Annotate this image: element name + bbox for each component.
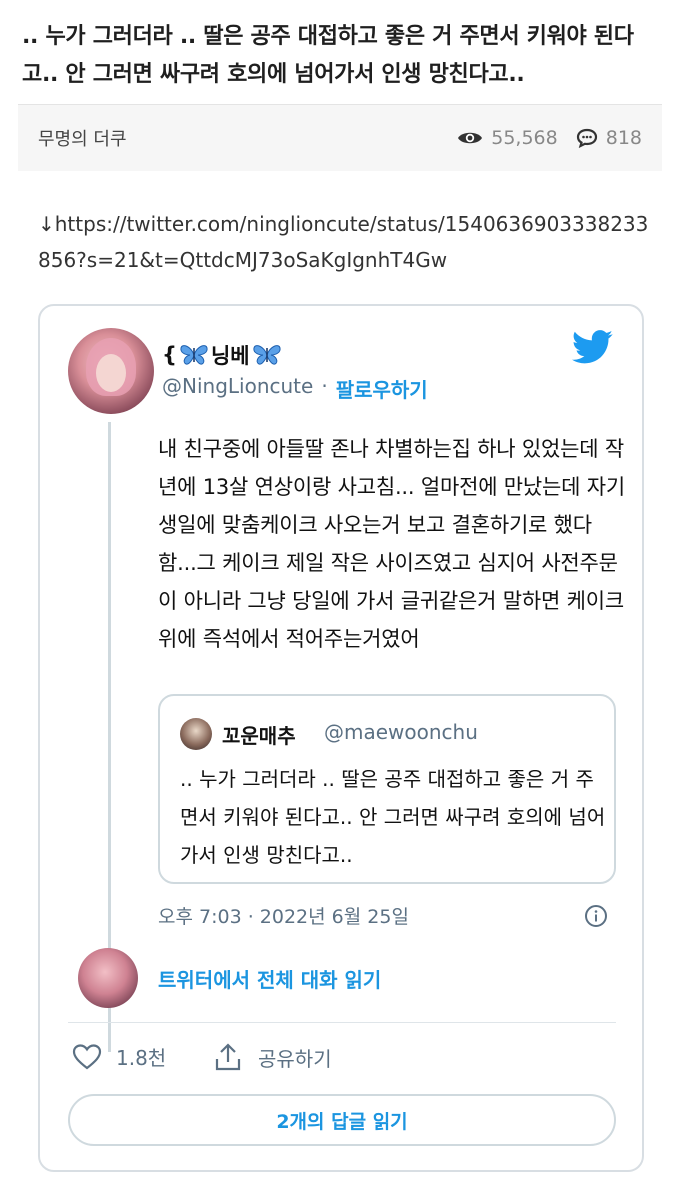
- name-core: 닝베: [210, 344, 250, 368]
- share-button[interactable]: 공유하기: [214, 1042, 332, 1072]
- quoted-text: .. 누가 그러더라 .. 딸은 공주 대접하고 좋은 거 주면서 키워야 된다…: [180, 767, 606, 867]
- post-category[interactable]: 무명의 더쿠: [38, 125, 439, 151]
- info-icon[interactable]: [584, 904, 608, 928]
- author-avatar-small[interactable]: [78, 948, 138, 1008]
- author-avatar[interactable]: [68, 328, 154, 414]
- handle-separator: ·: [321, 374, 328, 398]
- author-handle[interactable]: @NingLioncute: [162, 374, 313, 403]
- tweet-embed-card: { 닝베 @NingLioncute · 팔로우하기 내 친구중에 아들딸 존나…: [38, 304, 644, 1172]
- post-meta-bar: 무명의 더쿠 55,568 818: [18, 105, 662, 171]
- butterfly-icon: [180, 345, 208, 365]
- post-title: .. 누가 그러더라 .. 딸은 공주 대접하고 좋은 거 주면서 키워야 된다…: [22, 24, 634, 87]
- name-prefix: {: [162, 343, 177, 367]
- read-conversation-link[interactable]: 트위터에서 전체 대화 읽기: [158, 964, 381, 993]
- author-handle-line: @NingLioncute · 팔로우하기: [162, 374, 428, 403]
- like-count: 1.8천: [116, 1046, 167, 1070]
- quoted-handle: @maewoonchu: [324, 720, 478, 744]
- follow-link[interactable]: 팔로우하기: [336, 374, 428, 403]
- views-count: 55,568: [491, 127, 558, 149]
- views-stat: 55,568: [457, 127, 558, 149]
- actions-divider: [68, 1022, 616, 1023]
- quoted-name: 꼬운매추: [222, 724, 296, 748]
- comments-stat[interactable]: 818: [576, 127, 642, 149]
- comments-count: 818: [605, 127, 642, 149]
- source-link[interactable]: ↓https://twitter.com/ninglioncute/status…: [38, 206, 658, 278]
- quoted-avatar: [180, 718, 212, 750]
- share-icon: [215, 1043, 241, 1071]
- quoted-tweet[interactable]: 꼬운매추 @maewoonchu .. 누가 그러더라 .. 딸은 공주 대접하…: [158, 694, 616, 884]
- speech-bubble-icon: [576, 128, 597, 148]
- like-button[interactable]: 1.8천: [72, 1042, 166, 1071]
- tweet-text: 내 친구중에 아들딸 존나 차별하는집 하나 있었는데 작년에 13살 연상이랑…: [158, 437, 625, 651]
- butterfly-icon: [253, 345, 281, 365]
- eye-icon: [458, 132, 483, 144]
- heart-icon: [72, 1043, 102, 1069]
- tweet-timestamp[interactable]: 오후 7:03 · 2022년 6월 25일: [158, 902, 409, 929]
- avatar-face: [96, 354, 126, 392]
- share-label: 공유하기: [258, 1046, 332, 1071]
- twitter-bird-icon[interactable]: [572, 330, 614, 364]
- read-replies-button[interactable]: 2개의 답글 읽기: [68, 1094, 616, 1146]
- author-display-name[interactable]: { 닝베: [162, 340, 282, 370]
